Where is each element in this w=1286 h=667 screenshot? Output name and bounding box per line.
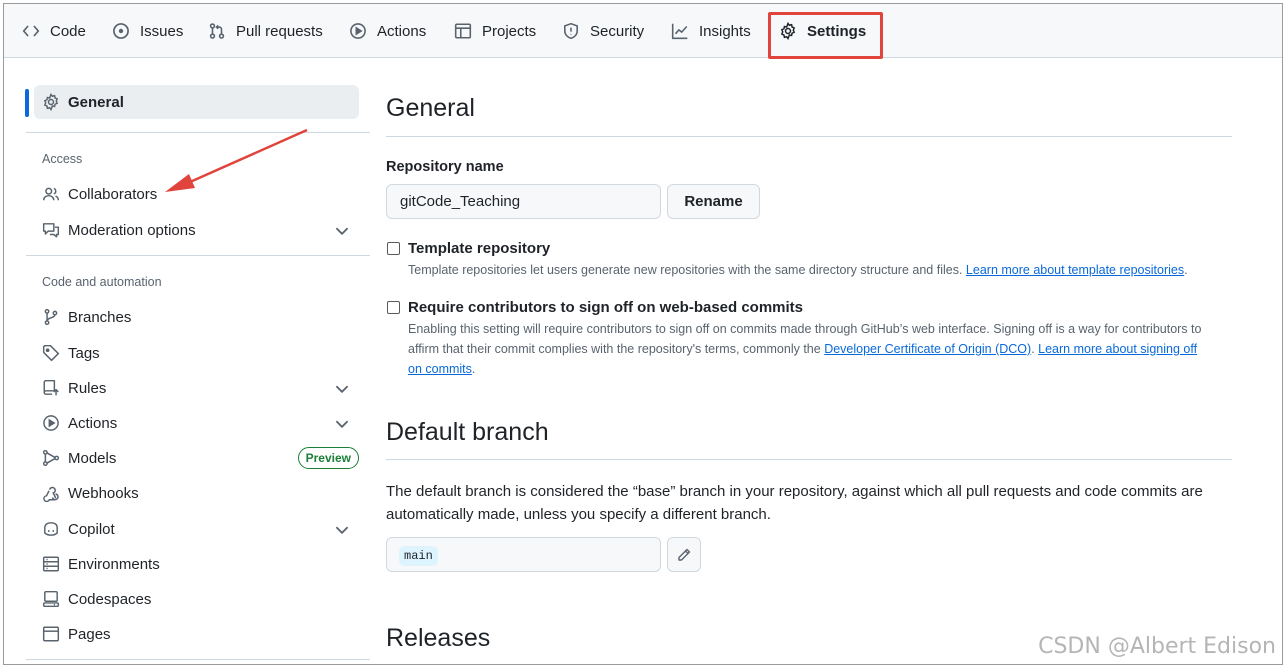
active-indicator — [25, 89, 29, 117]
comment-discussion-icon — [42, 223, 60, 238]
shield-icon — [564, 22, 578, 40]
template-repository-note: Template repositories let users generate… — [408, 263, 1188, 277]
sidebar-item-environments[interactable]: Environments — [34, 547, 359, 581]
server-icon — [42, 556, 60, 572]
codespaces-icon — [42, 590, 60, 608]
default-branch-description: The default branch is considered the “ba… — [386, 483, 1203, 523]
page-title: General — [386, 94, 475, 122]
tab-actions[interactable]: Actions — [349, 4, 426, 58]
settings-main: General Repository name Rename Template … — [386, 58, 1232, 664]
sidebar-item-tags[interactable]: Tags — [34, 336, 359, 370]
tab-projects[interactable]: Projects — [454, 4, 536, 58]
settings-highlight-box — [768, 12, 883, 59]
table-icon — [454, 23, 472, 39]
graph-icon — [671, 23, 688, 40]
sidebar-heading-access: Access — [42, 152, 83, 166]
sidebar-divider — [26, 659, 370, 660]
repo-name-label: Repository name — [386, 159, 504, 175]
watermark: CSDN @Albert Edison — [1038, 634, 1276, 659]
pencil-icon — [678, 548, 691, 561]
tab-pull-requests[interactable]: Pull requests — [208, 4, 323, 58]
gear-icon — [43, 93, 59, 111]
issue-icon — [113, 23, 129, 39]
screenshot-frame: Code Issues Pull requests Actions Projec… — [3, 3, 1283, 665]
default-branch-field: main — [386, 537, 661, 572]
sidebar-divider — [26, 255, 370, 256]
git-branch-icon — [44, 308, 58, 326]
section-divider — [386, 136, 1232, 137]
sidebar-item-general[interactable]: General — [34, 85, 359, 119]
chevron-down-icon[interactable] — [333, 380, 351, 398]
copilot-icon — [44, 522, 58, 536]
section-divider — [386, 459, 1232, 460]
pull-request-icon — [209, 23, 225, 39]
sidebar-item-moderation[interactable]: Moderation options — [34, 213, 359, 247]
template-repository-checkbox[interactable] — [387, 242, 400, 255]
sidebar-item-webhooks[interactable]: Webhooks — [34, 476, 359, 510]
webhook-icon — [43, 486, 59, 502]
tab-security[interactable]: Security — [562, 4, 644, 58]
tag-icon — [42, 344, 60, 362]
repo-nav: Code Issues Pull requests Actions Projec… — [4, 4, 1282, 59]
play-icon — [43, 415, 59, 431]
sidebar-item-models[interactable]: Models Preview — [34, 441, 359, 475]
sidebar-item-copilot[interactable]: Copilot — [34, 512, 359, 546]
releases-title: Releases — [386, 624, 491, 652]
rename-button[interactable]: Rename — [667, 184, 760, 219]
annotation-arrow — [165, 128, 308, 192]
sidebar-item-rules[interactable]: Rules — [34, 371, 359, 405]
chevron-down-icon[interactable] — [333, 521, 351, 539]
dco-link[interactable]: Developer Certificate of Origin (DCO) — [824, 342, 1031, 356]
tab-issues[interactable]: Issues — [112, 4, 183, 58]
models-icon — [42, 449, 60, 467]
tab-insights[interactable]: Insights — [671, 4, 751, 58]
tab-code[interactable]: Code — [22, 4, 86, 58]
chevron-down-icon[interactable] — [333, 415, 351, 433]
sidebar-item-branches[interactable]: Branches — [34, 300, 359, 334]
default-branch-title: Default branch — [386, 418, 549, 446]
code-icon — [22, 25, 40, 37]
sidebar-item-pages[interactable]: Pages — [34, 617, 359, 651]
signoff-title: Require contributors to sign off on web-… — [408, 299, 804, 316]
branch-name-chip: main — [399, 546, 438, 566]
play-icon — [350, 23, 366, 39]
signoff-note: Enabling this setting will require contr… — [408, 322, 1202, 376]
preview-badge: Preview — [297, 447, 359, 469]
edit-default-branch-button[interactable] — [667, 537, 701, 572]
sidebar-item-codespaces[interactable]: Codespaces — [34, 582, 359, 616]
repo-name-input[interactable] — [386, 184, 661, 219]
sidebar-heading-code-automation: Code and automation — [42, 275, 162, 289]
template-repository-title: Template repository — [408, 240, 551, 257]
browser-icon — [42, 626, 60, 642]
signoff-checkbox[interactable] — [387, 301, 400, 314]
repo-push-icon — [43, 379, 59, 396]
chevron-down-icon[interactable] — [333, 222, 351, 240]
people-icon — [42, 187, 60, 201]
template-learn-more-link[interactable]: Learn more about template repositories — [966, 263, 1184, 277]
sidebar-item-actions[interactable]: Actions — [34, 406, 359, 440]
